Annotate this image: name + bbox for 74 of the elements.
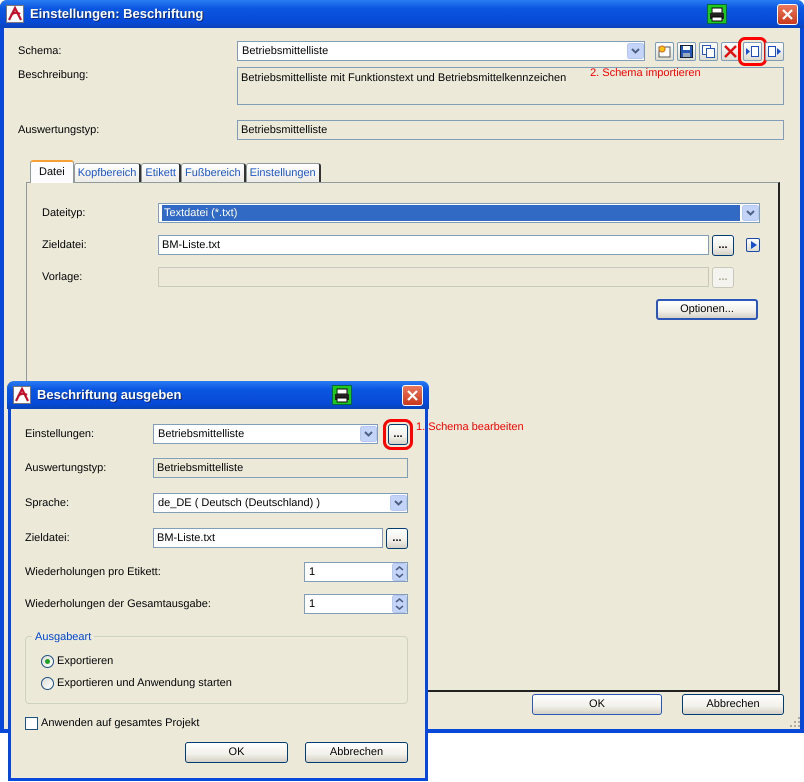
- annotation-text: 1. Schema bearbeiten: [416, 420, 524, 435]
- tab[interactable]: Datei: [30, 160, 74, 183]
- field-label: Sprache:: [25, 496, 70, 511]
- options-button[interactable]: Optionen...: [656, 299, 758, 320]
- page-arrow-icon: [767, 44, 782, 58]
- cross-icon: [723, 44, 738, 58]
- field-label: Beschreibung:: [18, 68, 90, 83]
- field-label: Auswertungstyp:: [18, 122, 100, 138]
- browse-button[interactable]: ...: [712, 234, 734, 256]
- close-button[interactable]: [402, 384, 423, 406]
- resize-grip-icon: [790, 717, 800, 727]
- chevron-icon: [742, 205, 759, 221]
- window-title: Beschriftung ausgeben: [37, 386, 182, 404]
- window-title: Einstellungen: Beschriftung: [30, 5, 204, 24]
- dropdown-field[interactable]: Betriebsmittelliste: [237, 41, 645, 61]
- close-icon: [407, 390, 418, 400]
- browse-button[interactable]: ...: [386, 528, 408, 548]
- cancel-button[interactable]: Abbrechen: [682, 694, 784, 715]
- toolbar-button[interactable]: [655, 42, 674, 60]
- input-field[interactable]: BM-Liste.txt: [153, 528, 383, 548]
- toolbar-button[interactable]: [765, 42, 784, 60]
- ok-button[interactable]: OK: [532, 694, 662, 715]
- field-label: Vorlage:: [42, 270, 84, 285]
- tab[interactable]: Etikett: [141, 163, 181, 182]
- toolbar-button[interactable]: [677, 42, 696, 60]
- option-label: Exportieren und Anwendung starten: [57, 676, 232, 691]
- printer-icon: [707, 4, 727, 24]
- run-button[interactable]: [746, 238, 760, 252]
- checkbox[interactable]: [25, 716, 38, 730]
- radio-option[interactable]: Exportieren und Anwendung starten: [41, 673, 397, 693]
- chevron-icon: [360, 426, 377, 442]
- chevron-icon: [390, 495, 407, 511]
- field-label: Zieldatei:: [42, 238, 88, 253]
- option-label: Exportieren: [57, 654, 114, 669]
- readonly-field: Betriebsmittelliste: [237, 120, 784, 140]
- field-label: Einstellungen:: [25, 426, 96, 442]
- app-logo-icon: [13, 386, 31, 404]
- printer-icon: [332, 385, 352, 405]
- field-label: Zieldatei:: [25, 530, 71, 546]
- readonly-field: Betriebsmittelliste: [153, 458, 408, 478]
- input-field[interactable]: BM-Liste.txt: [158, 235, 709, 255]
- dropdown-field[interactable]: Textdatei (*.txt): [158, 203, 760, 223]
- copy-icon: [701, 44, 716, 58]
- tab[interactable]: Fußbereich: [180, 163, 246, 182]
- cancel-button[interactable]: Abbrechen: [305, 742, 408, 763]
- radio-button[interactable]: [41, 654, 54, 668]
- field-label: Auswertungstyp:: [25, 460, 108, 476]
- toolbar-button[interactable]: [699, 42, 718, 60]
- field-label: Schema:: [18, 44, 62, 59]
- save-icon: [679, 44, 694, 58]
- spin-arrows-icon: [392, 595, 407, 613]
- close-button[interactable]: [777, 4, 798, 24]
- app-logo-icon: [6, 5, 24, 23]
- dropdown-field[interactable]: de_DE ( Deutsch (Deutschland) ): [153, 493, 408, 513]
- radio-button[interactable]: [41, 676, 54, 690]
- group-title: Ausgabeart: [32, 629, 94, 646]
- spin-field[interactable]: 1: [304, 562, 408, 582]
- field-label: Wiederholungen pro Etikett:: [25, 564, 161, 580]
- tab[interactable]: Kopfbereich: [74, 163, 142, 182]
- chevron-icon: [627, 43, 644, 59]
- field-label: Dateityp:: [42, 206, 86, 221]
- spin-arrows-icon: [392, 563, 407, 581]
- spin-field[interactable]: 1: [304, 594, 408, 614]
- ok-button[interactable]: OK: [185, 742, 288, 763]
- checkbox-label: Anwenden auf gesamtes Projekt: [41, 716, 200, 731]
- dropdown-field[interactable]: Betriebsmittelliste: [153, 424, 378, 444]
- arrow-into-page-icon: [745, 44, 760, 58]
- new-document-icon: [657, 44, 672, 58]
- tab[interactable]: Einstellungen: [246, 163, 321, 182]
- play-icon: [750, 241, 756, 249]
- radio-option[interactable]: Exportieren: [41, 651, 397, 671]
- annotation-text: 2. Schema importieren: [590, 66, 701, 81]
- close-icon: [782, 8, 793, 20]
- field-label: Wiederholungen der Gesamtausgabe:: [25, 596, 211, 612]
